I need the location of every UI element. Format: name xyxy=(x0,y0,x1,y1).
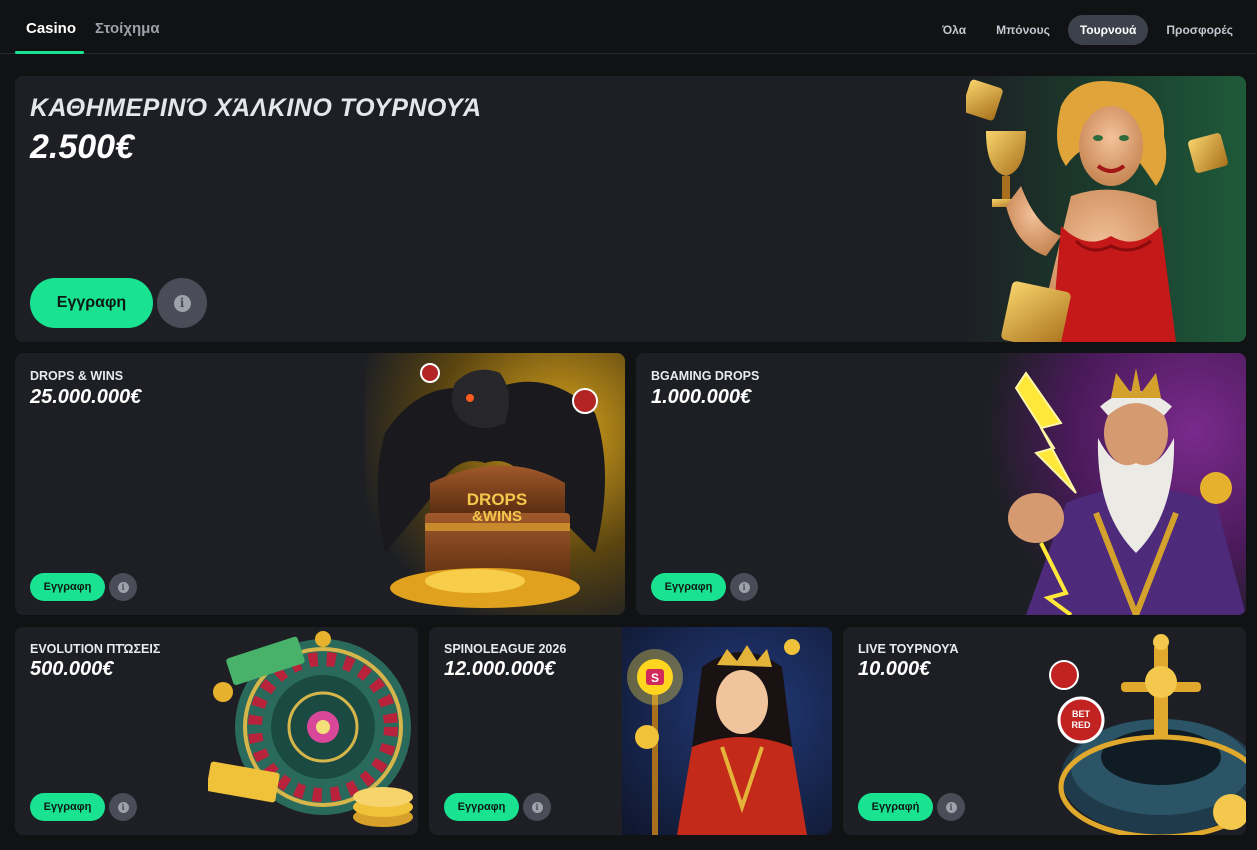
register-button[interactable]: Εγγραφη xyxy=(30,573,105,601)
tournament-card-daily-bronze[interactable]: ΚΑΘΗΜΕΡΙΝΌ ΧΆΛΚΙΝΟ ΤΟΥΡΝΟΥΆ 2.500€ Εγγρα… xyxy=(15,76,1246,342)
category-filters: Όλα Μπόνους Τουρνουά Προσφορές xyxy=(930,15,1245,45)
svg-text:S: S xyxy=(651,671,659,685)
info-button[interactable]: i xyxy=(730,573,758,601)
golden-woman-with-trophy-image xyxy=(966,76,1246,342)
tournament-title: LIVE ΤΟΥΡΝΟΥΆ xyxy=(858,642,959,656)
info-button[interactable]: i xyxy=(157,278,207,328)
info-icon: i xyxy=(173,294,191,312)
prize-pool-amount: 500.000€ xyxy=(30,658,114,680)
tournament-card-evolution-drops[interactable]: EVOLUTION ΠΤΏΣΕΙΣ 500.000€ Εγγραφη i xyxy=(15,627,418,835)
register-button[interactable]: Εγγραφη xyxy=(30,278,153,328)
zeus-lightning-image xyxy=(986,353,1246,615)
active-tab-indicator xyxy=(15,51,84,54)
filter-tournaments[interactable]: Τουρνουά xyxy=(1067,15,1149,45)
info-icon: i xyxy=(738,581,750,593)
tournament-title: SPINOLEAGUE 2026 xyxy=(444,642,567,656)
filter-bonus[interactable]: Μπόνους xyxy=(984,15,1062,45)
tournament-card-bgaming-drops[interactable]: BGAMING DROPS 1.000.000€ Εγγραφη i xyxy=(636,353,1246,615)
info-button[interactable]: i xyxy=(937,793,965,821)
info-icon: i xyxy=(531,801,543,813)
filter-all[interactable]: Όλα xyxy=(930,15,978,45)
tournament-title: EVOLUTION ΠΤΏΣΕΙΣ xyxy=(30,642,161,656)
svg-text:DROPS: DROPS xyxy=(467,490,527,509)
tournament-card-drops-wins[interactable]: DROPS &WINS DROPS & WINS 25.000.000€ Εγγ… xyxy=(15,353,625,615)
prize-pool-amount: 12.000.000€ xyxy=(444,658,556,680)
svg-text:BET: BET xyxy=(1072,709,1091,719)
info-icon: i xyxy=(945,801,957,813)
dragon-treasure-chest-image: DROPS &WINS xyxy=(365,353,625,615)
top-nav-bar: Casino Στοίχημα Όλα Μπόνους Τουρνουά Προ… xyxy=(0,0,1257,54)
prize-pool-amount: 1.000.000€ xyxy=(651,386,752,408)
tournament-card-spinoleague[interactable]: S SPINOLEAGUE 2026 12.000.000€ Εγγραφη i xyxy=(429,627,832,835)
tournament-title: BGAMING DROPS xyxy=(651,369,760,383)
tournament-title: ΚΑΘΗΜΕΡΙΝΌ ΧΆΛΚΙΝΟ ΤΟΥΡΝΟΥΆ xyxy=(30,94,482,122)
tab-casino[interactable]: Casino xyxy=(26,20,76,37)
tab-sports-betting[interactable]: Στοίχημα xyxy=(95,20,160,37)
golden-roulette-image: BET RED xyxy=(1036,627,1246,835)
info-button[interactable]: i xyxy=(109,573,137,601)
roulette-wheel-image xyxy=(208,627,418,835)
info-icon: i xyxy=(117,581,129,593)
register-button[interactable]: Εγγραφη xyxy=(444,793,519,821)
svg-text:RED: RED xyxy=(1071,720,1091,730)
register-button[interactable]: Εγγραφη xyxy=(30,793,105,821)
warrior-princess-image: S xyxy=(622,627,832,835)
info-button[interactable]: i xyxy=(523,793,551,821)
prize-pool-amount: 10.000€ xyxy=(858,658,931,680)
prize-pool-amount: 25.000.000€ xyxy=(30,386,142,408)
filter-offers[interactable]: Προσφορές xyxy=(1154,15,1245,45)
register-button[interactable]: Εγγραφη xyxy=(651,573,726,601)
tournament-card-live[interactable]: BET RED LIVE ΤΟΥΡΝΟΥΆ 10.000€ Εγγραφή i xyxy=(843,627,1246,835)
info-icon: i xyxy=(117,801,129,813)
register-button[interactable]: Εγγραφή xyxy=(858,793,933,821)
info-button[interactable]: i xyxy=(109,793,137,821)
tournament-title: DROPS & WINS xyxy=(30,369,124,383)
svg-text:&WINS: &WINS xyxy=(472,508,522,525)
prize-pool-amount: 2.500€ xyxy=(30,128,134,166)
